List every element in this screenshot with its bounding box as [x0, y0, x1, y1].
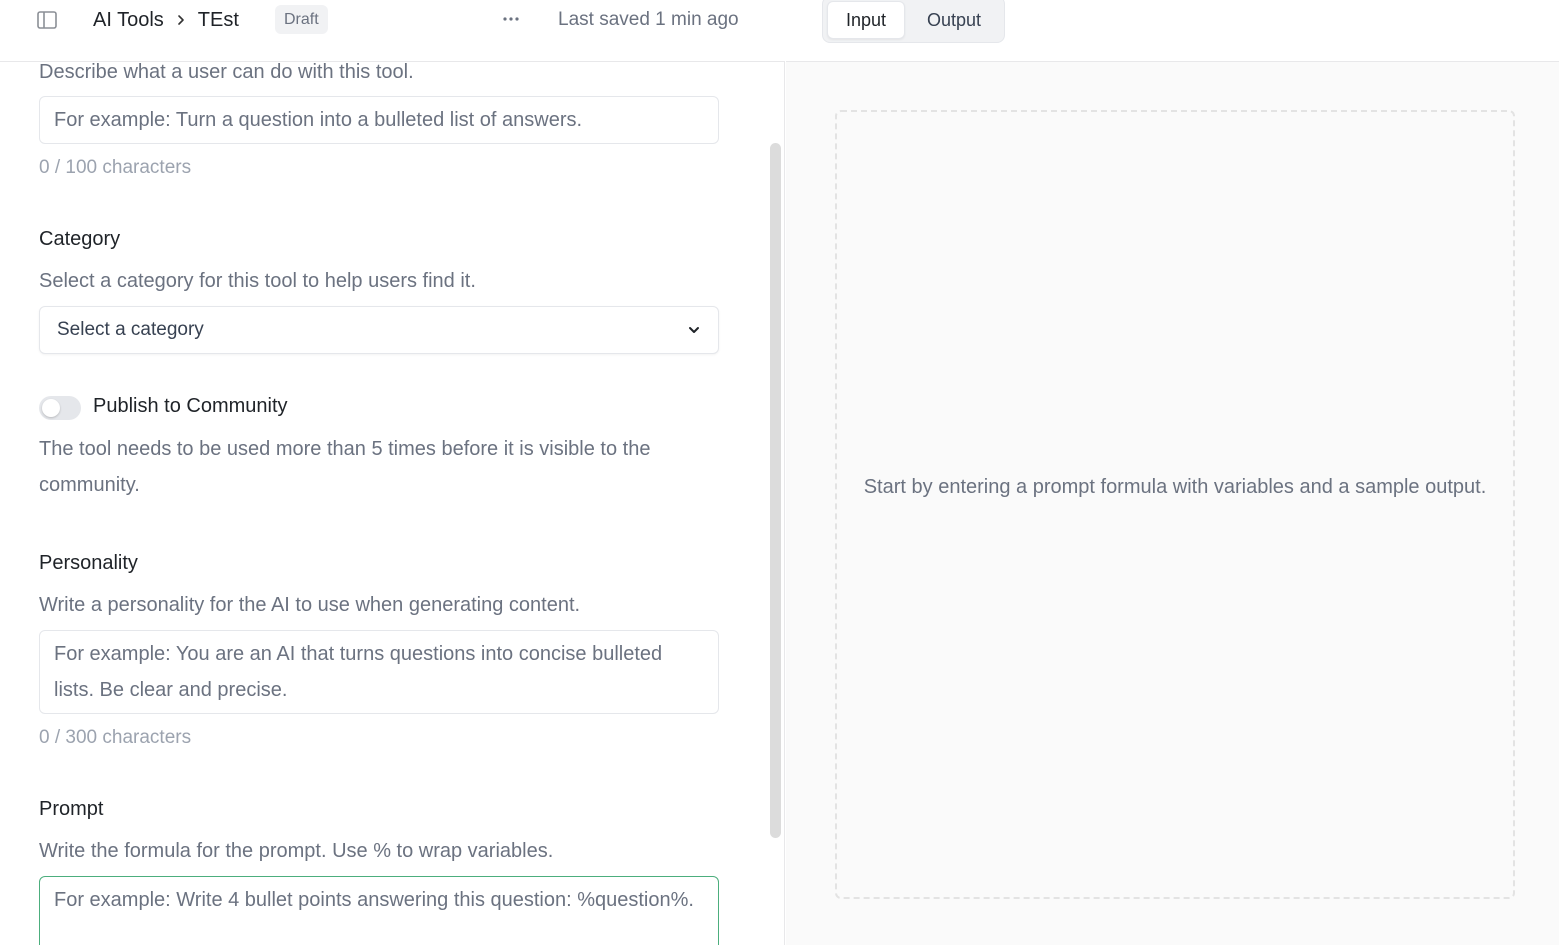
tool-form: Describe what a user can do with this to…: [0, 62, 770, 945]
sidebar-toggle-icon[interactable]: [36, 10, 58, 30]
category-label: Category: [39, 228, 121, 250]
input-output-tabs: Input Output: [822, 0, 1005, 43]
personality-placeholder: For example: You are an AI that turns qu…: [54, 643, 663, 701]
status-badge: Draft: [275, 5, 328, 34]
category-help: Select a category for this tool to help …: [39, 270, 476, 292]
description-input[interactable]: For example: Turn a question into a bull…: [39, 96, 719, 144]
description-counter: 0 / 100 characters: [39, 157, 192, 178]
preview-pane: Start by entering a prompt formula with …: [786, 62, 1559, 945]
category-select[interactable]: Select a category: [39, 306, 719, 354]
category-selected-value: Select a category: [57, 319, 204, 340]
editor-header: AI Tools TEst Draft Last saved 1 min ago: [0, 0, 785, 62]
preview-placeholder-box: Start by entering a prompt formula with …: [835, 110, 1515, 899]
personality-textarea[interactable]: For example: You are an AI that turns qu…: [39, 630, 719, 714]
editor-pane: Describe what a user can do with this to…: [0, 0, 785, 945]
breadcrumb: AI Tools TEst: [93, 8, 239, 32]
personality-counter: 0 / 300 characters: [39, 727, 192, 748]
more-horizontal-icon[interactable]: [499, 9, 523, 29]
toggle-knob: [42, 399, 60, 417]
publish-label: Publish to Community: [93, 395, 288, 417]
chevron-down-icon: [687, 323, 701, 337]
tab-output[interactable]: Output: [911, 1, 997, 39]
form-scrollbar[interactable]: [770, 143, 781, 838]
prompt-help: Write the formula for the prompt. Use % …: [39, 840, 554, 862]
breadcrumb-root[interactable]: AI Tools: [93, 9, 164, 32]
publish-toggle[interactable]: [39, 396, 81, 420]
description-help: Describe what a user can do with this to…: [39, 62, 414, 83]
prompt-textarea[interactable]: For example: Write 4 bullet points answe…: [39, 876, 719, 945]
chevron-right-icon: [176, 13, 186, 27]
tab-input[interactable]: Input: [827, 1, 905, 39]
personality-help: Write a personality for the AI to use wh…: [39, 594, 581, 616]
publish-help: The tool needs to be used more than 5 ti…: [39, 438, 651, 496]
breadcrumb-current: TEst: [197, 8, 239, 31]
description-placeholder: For example: Turn a question into a bull…: [54, 109, 583, 131]
personality-label: Personality: [39, 552, 138, 574]
last-saved-text: Last saved 1 min ago: [558, 9, 739, 30]
preview-empty-message: Start by entering a prompt formula with …: [863, 476, 1487, 498]
prompt-label: Prompt: [39, 798, 104, 820]
prompt-placeholder: For example: Write 4 bullet points answe…: [54, 889, 694, 911]
